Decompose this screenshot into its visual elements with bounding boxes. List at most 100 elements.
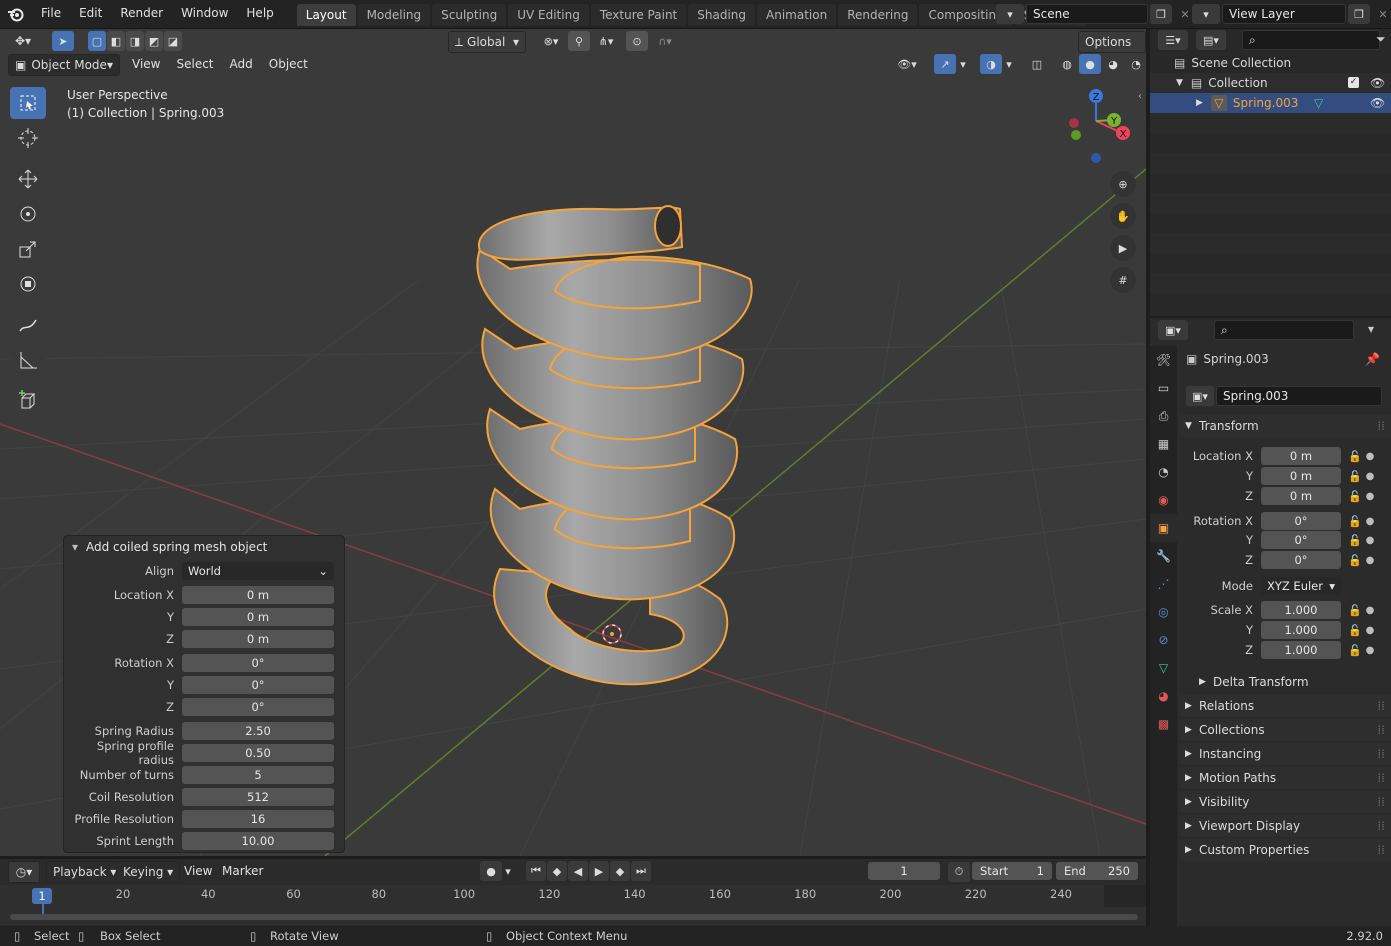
outliner-object-spring[interactable]: ▶ ▽ Spring.003 ▽ 👁 [1150, 93, 1391, 113]
keyframe-dot-icon[interactable]: ● [1365, 555, 1375, 566]
rotation-mode-dropdown[interactable]: XYZ Euler ▾ [1261, 577, 1341, 595]
drag-handle-icon[interactable]: ⁞⁞ [1377, 743, 1385, 765]
solid-shading-icon[interactable]: ● [1079, 54, 1101, 74]
rotation-z-field[interactable]: 0° [1261, 551, 1341, 569]
wireframe-shading-icon[interactable]: ◍ [1056, 54, 1078, 74]
select-new-icon[interactable]: ▢ [88, 31, 106, 51]
blender-logo-icon[interactable] [4, 0, 28, 28]
drag-handle-icon[interactable]: ⁞⁞ [1377, 839, 1385, 861]
object-data-tab-icon[interactable]: ▽ [1150, 654, 1177, 682]
select-tool-icon[interactable]: ➤ [52, 31, 74, 51]
keyframe-dot-icon[interactable]: ● [1365, 491, 1375, 502]
menu-window[interactable]: Window [172, 0, 237, 28]
timeline-ruler[interactable]: 1 20 40 60 80 100 120 140 160 180 200 220 240 [0, 885, 1146, 925]
tab-animation[interactable]: Animation [757, 4, 837, 26]
operator-panel-title[interactable]: Add coiled spring mesh object [64, 536, 344, 558]
lock-icon[interactable]: 🔓 [1348, 534, 1362, 547]
delta-transform-subpanel[interactable]: ▶ Delta Transform [1179, 671, 1391, 693]
tab-rendering[interactable]: Rendering [838, 4, 918, 26]
location-z-field[interactable]: 0 m [1261, 487, 1341, 505]
drag-handle-icon[interactable]: ⁞⁞ [1377, 695, 1385, 717]
xray-toggle-icon[interactable]: ◫ [1026, 54, 1048, 74]
annotate-tool-icon[interactable] [10, 309, 46, 341]
add-cube-tool-icon[interactable] [10, 385, 46, 417]
operator-value-field[interactable]: 0 m [182, 608, 334, 626]
tab-shading[interactable]: Shading [688, 4, 755, 26]
menu-view[interactable]: View [126, 54, 166, 74]
delete-view-layer-icon[interactable]: ✕ [1372, 4, 1391, 24]
lock-icon[interactable]: 🔓 [1348, 604, 1362, 617]
mode-dropdown[interactable]: ▣ Object Mode ▾ [8, 54, 120, 76]
lock-icon[interactable]: 🔓 [1348, 554, 1362, 567]
snap-target-icon[interactable]: ⋔▾ [591, 31, 621, 51]
tab-layout[interactable]: Layout [296, 4, 356, 26]
play-reverse-icon[interactable]: ◀ [568, 861, 588, 881]
drag-handle-icon[interactable]: ⁞⁞ [1377, 767, 1385, 789]
new-view-layer-icon[interactable]: ❐ [1348, 4, 1370, 24]
select-box-tool-icon[interactable] [10, 87, 46, 119]
operator-value-field[interactable]: 16 [182, 810, 334, 828]
select-invert-icon[interactable]: ◩ [145, 31, 163, 51]
3d-cursor[interactable] [602, 624, 622, 644]
move-tool-icon[interactable] [10, 163, 46, 195]
pin-icon[interactable]: 📌 [1365, 352, 1380, 366]
drag-handle-icon[interactable]: ⁞⁞ [1377, 791, 1385, 813]
operator-value-field[interactable]: 512 [182, 788, 334, 806]
timeline-view-menu[interactable]: View [178, 861, 218, 881]
overlays-dropdown-icon[interactable]: ▾ [1002, 54, 1016, 74]
view-layer-name-field[interactable]: View Layer [1222, 4, 1346, 24]
material-tab-icon[interactable]: ◕ [1150, 682, 1177, 710]
modifier-tab-icon[interactable]: 🔧 [1150, 542, 1177, 570]
scale-tool-icon[interactable] [10, 233, 46, 265]
3d-viewport[interactable]: ✥▾ ➤ ▢ ◧ ◨ ◩ ◪ ⟂ Global ▾ ⊗▾ ⚲ ⋔▾ ⊙ ∩▾ O… [0, 29, 1146, 856]
current-frame-field[interactable]: 1 [868, 862, 940, 880]
lock-icon[interactable]: 🔓 [1348, 515, 1362, 528]
menu-render[interactable]: Render [111, 0, 172, 28]
menu-help[interactable]: Help [237, 0, 282, 28]
gizmo-dropdown-icon[interactable]: ▾ [956, 54, 970, 74]
keyframe-dot-icon[interactable]: ● [1365, 471, 1375, 482]
properties-editor-type-icon[interactable]: ▣▾ [1158, 320, 1188, 340]
properties-section-header[interactable]: ▶ Custom Properties ⁞⁞ [1179, 839, 1391, 861]
lock-icon[interactable]: 🔓 [1348, 450, 1362, 463]
disclosure-open-icon[interactable]: ▼ [1176, 73, 1183, 93]
scene-tab-icon[interactable]: ◔ [1150, 458, 1177, 486]
tab-sculpting[interactable]: Sculpting [432, 4, 507, 26]
outliner-collection[interactable]: ▼ ▤ Collection ✓ 👁 [1150, 73, 1391, 93]
disclosure-closed-icon[interactable]: ▶ [1196, 93, 1203, 113]
properties-search-input[interactable]: ⌕ [1214, 320, 1354, 340]
new-scene-icon[interactable]: ❐ [1150, 4, 1172, 24]
physics-tab-icon[interactable]: ◎ [1150, 598, 1177, 626]
outliner-search-input[interactable]: ⌕ [1242, 30, 1380, 50]
timeline-marker-menu[interactable]: Marker [216, 861, 269, 881]
zoom-icon[interactable]: ⊕ [1110, 171, 1136, 197]
outliner-editor-type-icon[interactable]: ☰▾ [1158, 30, 1188, 50]
operator-value-field[interactable]: 5 [182, 766, 334, 784]
keyframe-dot-icon[interactable]: ● [1365, 605, 1375, 616]
select-extend-icon[interactable]: ◧ [107, 31, 125, 51]
scene-browse-icon[interactable]: ▾ [996, 4, 1024, 24]
object-visibility-eye-icon[interactable]: 👁 [1370, 93, 1385, 113]
timeline-scrollbar[interactable] [10, 914, 1138, 920]
lock-icon[interactable]: 🔓 [1348, 644, 1362, 657]
keying-menu[interactable]: Keying ▾ [116, 861, 181, 883]
keyframe-dot-icon[interactable]: ● [1365, 535, 1375, 546]
object-browse-icon[interactable]: ▣▾ [1186, 386, 1214, 406]
keyframe-dot-icon[interactable]: ● [1365, 451, 1375, 462]
transform-tool-icon[interactable] [10, 268, 46, 300]
align-dropdown[interactable]: World ⌄ [182, 562, 334, 580]
operator-value-field[interactable]: 10.00 [182, 832, 334, 850]
properties-section-header[interactable]: ▶ Visibility ⁞⁞ [1179, 791, 1391, 813]
sidebar-toggle-icon[interactable]: ‹ [1138, 91, 1142, 102]
gizmo-toggle-icon[interactable]: ↗ [934, 54, 956, 74]
prev-keyframe-icon[interactable]: ◆ [547, 861, 567, 881]
material-shading-icon[interactable]: ◕ [1102, 54, 1124, 74]
properties-section-header[interactable]: ▶ Collections ⁞⁞ [1179, 719, 1391, 741]
visibility-eye-icon[interactable]: 👁▾ [892, 54, 922, 74]
scale-y-field[interactable]: 1.000 [1261, 621, 1341, 639]
grid-ortho-icon[interactable]: # [1110, 267, 1136, 293]
drag-handle-icon[interactable]: ⁞⁞ [1377, 415, 1385, 437]
options-dropdown[interactable]: Options ▾ [1078, 31, 1146, 69]
camera-icon[interactable]: ▶ [1110, 235, 1136, 261]
properties-section-header[interactable]: ▶ Instancing ⁞⁞ [1179, 743, 1391, 765]
